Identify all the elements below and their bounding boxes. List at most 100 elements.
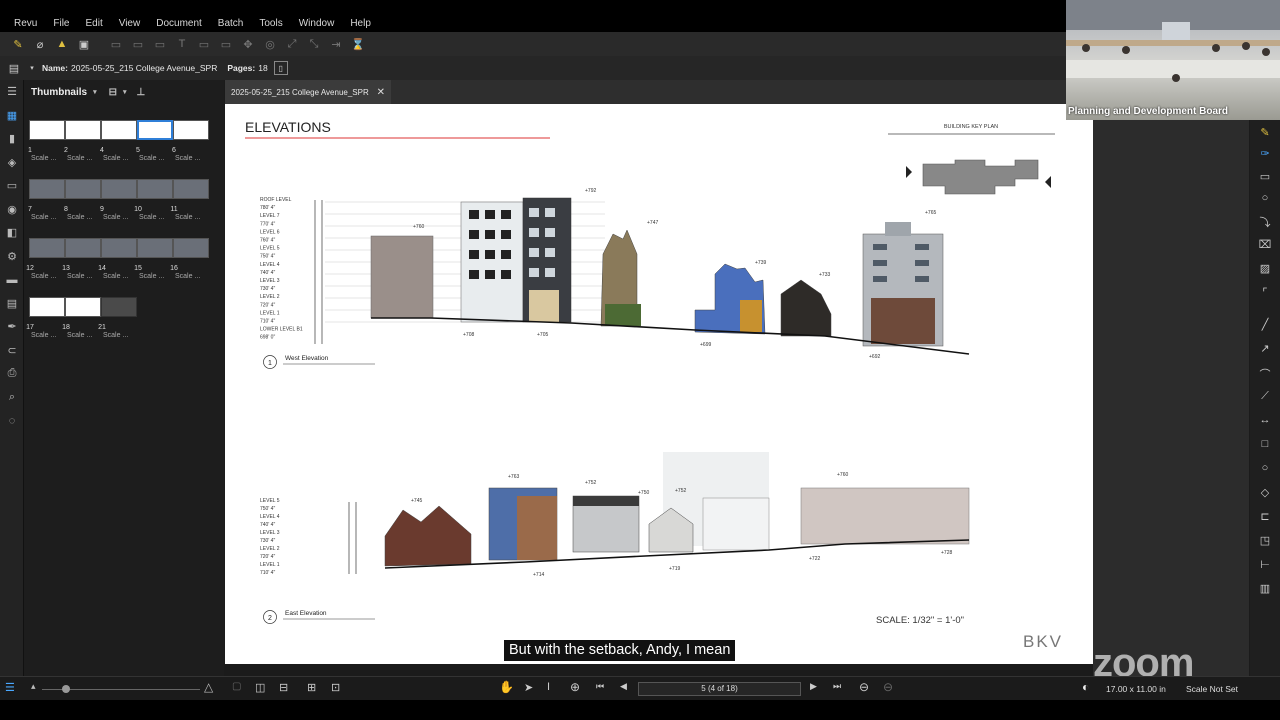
callout-icon[interactable]: ⌧ (1250, 238, 1280, 251)
prev-page-icon[interactable]: ◀ (620, 681, 627, 692)
grid-select-icon[interactable]: ▣ (76, 36, 92, 52)
chevron-down-icon[interactable]: ▾ (28, 60, 36, 76)
tool-icon-7[interactable]: ✥ (240, 36, 256, 52)
slider-handle[interactable] (62, 685, 70, 693)
dimension-icon[interactable]: ↔ (1250, 414, 1280, 426)
contrast-icon[interactable]: ◐ (1082, 680, 1089, 694)
menu-tools[interactable]: Tools (259, 4, 282, 29)
select-arrow-icon[interactable]: ➤ (524, 681, 533, 694)
menu-file[interactable]: File (53, 4, 69, 29)
tool-icon-2[interactable]: ▭ (130, 36, 146, 52)
close-icon[interactable]: ✕ (377, 87, 385, 98)
menu-revu[interactable]: Revu (14, 4, 37, 29)
tool-icon-12[interactable]: ⌛ (350, 36, 366, 52)
thumbnail-page-5[interactable] (137, 120, 173, 140)
arc-icon[interactable]: ⌒ (1250, 366, 1280, 382)
forward-icon[interactable]: ⊖ (883, 680, 893, 694)
thumb-options-icon[interactable]: ⊥ (137, 87, 146, 98)
two-page-icon[interactable]: ◫ (255, 681, 265, 694)
thumbnail-page-1[interactable] (29, 120, 65, 140)
thumbnail-page-7[interactable] (29, 179, 65, 199)
tool-icon-11[interactable]: ⇥ (328, 36, 344, 52)
zoom-video-tile[interactable] (1066, 0, 1280, 120)
tool-icon-6[interactable]: ▭ (218, 36, 234, 52)
tool-icon-9[interactable]: ⤢ (284, 36, 300, 52)
scale-status[interactable]: Scale Not Set (1186, 684, 1238, 694)
polygon-icon[interactable]: ◇ (1250, 486, 1280, 499)
eraser-icon[interactable]: ▭ (1250, 170, 1280, 183)
thumbnail-page-13[interactable] (65, 238, 101, 258)
first-page-icon[interactable]: ⏮ (596, 681, 604, 692)
last-page-icon[interactable]: ⏭ (833, 681, 841, 692)
thumbnail-page-16[interactable] (173, 238, 209, 258)
tool-icon-4[interactable]: T (174, 36, 190, 52)
menu-window[interactable]: Window (299, 4, 335, 29)
pen-icon[interactable]: ✎ (10, 36, 26, 52)
document-icon[interactable]: ▤ (6, 60, 22, 76)
menu-edit[interactable]: Edit (85, 4, 102, 29)
menu-list-icon[interactable]: ☰ (0, 80, 24, 104)
printer-icon[interactable]: ⎙ (0, 362, 24, 386)
single-page-icon[interactable]: ▢ (232, 681, 241, 692)
thumbnail-page-2[interactable] (65, 120, 101, 140)
thumbnail-page-18[interactable] (65, 297, 101, 317)
properties-icon[interactable]: ◧ (0, 221, 24, 245)
search-icon[interactable]: ⌕ (0, 386, 24, 410)
ellipse-icon[interactable]: ○ (1250, 462, 1280, 474)
layers-icon[interactable]: ◈ (0, 151, 24, 175)
hatch-icon[interactable]: ▥ (1250, 582, 1280, 595)
polyline-icon[interactable]: ⟋ (1250, 390, 1280, 403)
bell-icon[interactable]: ▲ (54, 36, 70, 52)
image-icon[interactable]: ▨ (1250, 262, 1280, 275)
cloud-icon[interactable]: ⊏ (1250, 510, 1280, 523)
links-icon[interactable]: ⊂ (0, 339, 24, 363)
thumbnail-page-8[interactable] (65, 179, 101, 199)
tool-icon-5[interactable]: ▭ (196, 36, 212, 52)
chevron-down-icon[interactable]: ▾ (93, 88, 97, 96)
chevron-down-icon[interactable]: ▾ (123, 88, 127, 96)
stamp-icon[interactable]: ⤵ (1250, 214, 1280, 230)
tool-icon-1[interactable]: ▭ (108, 36, 124, 52)
next-page-icon[interactable]: ▶ (810, 681, 817, 692)
shape-icon[interactable]: ○ (1250, 192, 1280, 204)
thumbnail-page-17[interactable] (29, 297, 65, 317)
thumbnail-page-9[interactable] (101, 179, 137, 199)
paperclip-icon[interactable]: ⌀ (32, 36, 48, 52)
thumbnail-page-11[interactable] (173, 179, 209, 199)
zoom-icon[interactable]: ⊕ (570, 680, 580, 694)
thumbnails-icon[interactable]: ▦ (0, 104, 24, 128)
toolchest-icon[interactable]: ▭ (0, 174, 24, 198)
thumbnail-page-10[interactable] (137, 179, 173, 199)
continuous-icon[interactable]: ⊟ (279, 681, 288, 694)
small-mountain-icon[interactable]: ▴ (31, 681, 36, 692)
thumbnail-page-21[interactable] (101, 297, 137, 317)
menu-batch[interactable]: Batch (218, 4, 244, 29)
menu-document[interactable]: Document (156, 4, 202, 29)
crop-icon[interactable]: ⌜ (1250, 286, 1280, 299)
select-text-icon[interactable]: I (547, 681, 550, 693)
forms-icon[interactable]: ▤ (0, 292, 24, 316)
tool-icon-8[interactable]: ◎ (262, 36, 278, 52)
thumbnail-page-6[interactable] (173, 120, 209, 140)
note-icon[interactable]: ◳ (1250, 534, 1280, 547)
menu-help[interactable]: Help (350, 4, 371, 29)
measure-length-icon[interactable]: ⊢ (1250, 558, 1280, 571)
studio-icon[interactable]: ◌ (0, 409, 24, 433)
arrow-icon[interactable]: ↗ (1250, 342, 1280, 355)
page-info-icon[interactable]: ▯ (273, 61, 288, 75)
list-icon[interactable]: ☰ (5, 681, 15, 694)
tool-icon-10[interactable]: ⤡ (306, 36, 322, 52)
back-icon[interactable]: ⊖ (859, 680, 869, 694)
thumbnail-page-15[interactable] (137, 238, 173, 258)
split-icon[interactable]: ⊞ (307, 681, 316, 694)
drawing-page[interactable]: ELEVATIONS BUILDING KEY PLAN ROOF LEVEL 7… (225, 104, 1093, 664)
page-number-field[interactable]: 5 (4 of 18) (638, 682, 801, 696)
thumbnail-page-4[interactable] (101, 120, 137, 140)
document-tab[interactable]: 2025-05-25_215 College Avenue_SPR ✕ (225, 80, 391, 104)
pen-tool-icon[interactable]: ✑ (1250, 147, 1280, 160)
thumbnail-page-14[interactable] (101, 238, 137, 258)
pan-hand-icon[interactable]: ✋ (499, 680, 514, 694)
large-mountain-icon[interactable]: △ (204, 680, 213, 694)
tool-icon-3[interactable]: ▭ (152, 36, 168, 52)
line-icon[interactable]: ╱ (1250, 318, 1280, 331)
